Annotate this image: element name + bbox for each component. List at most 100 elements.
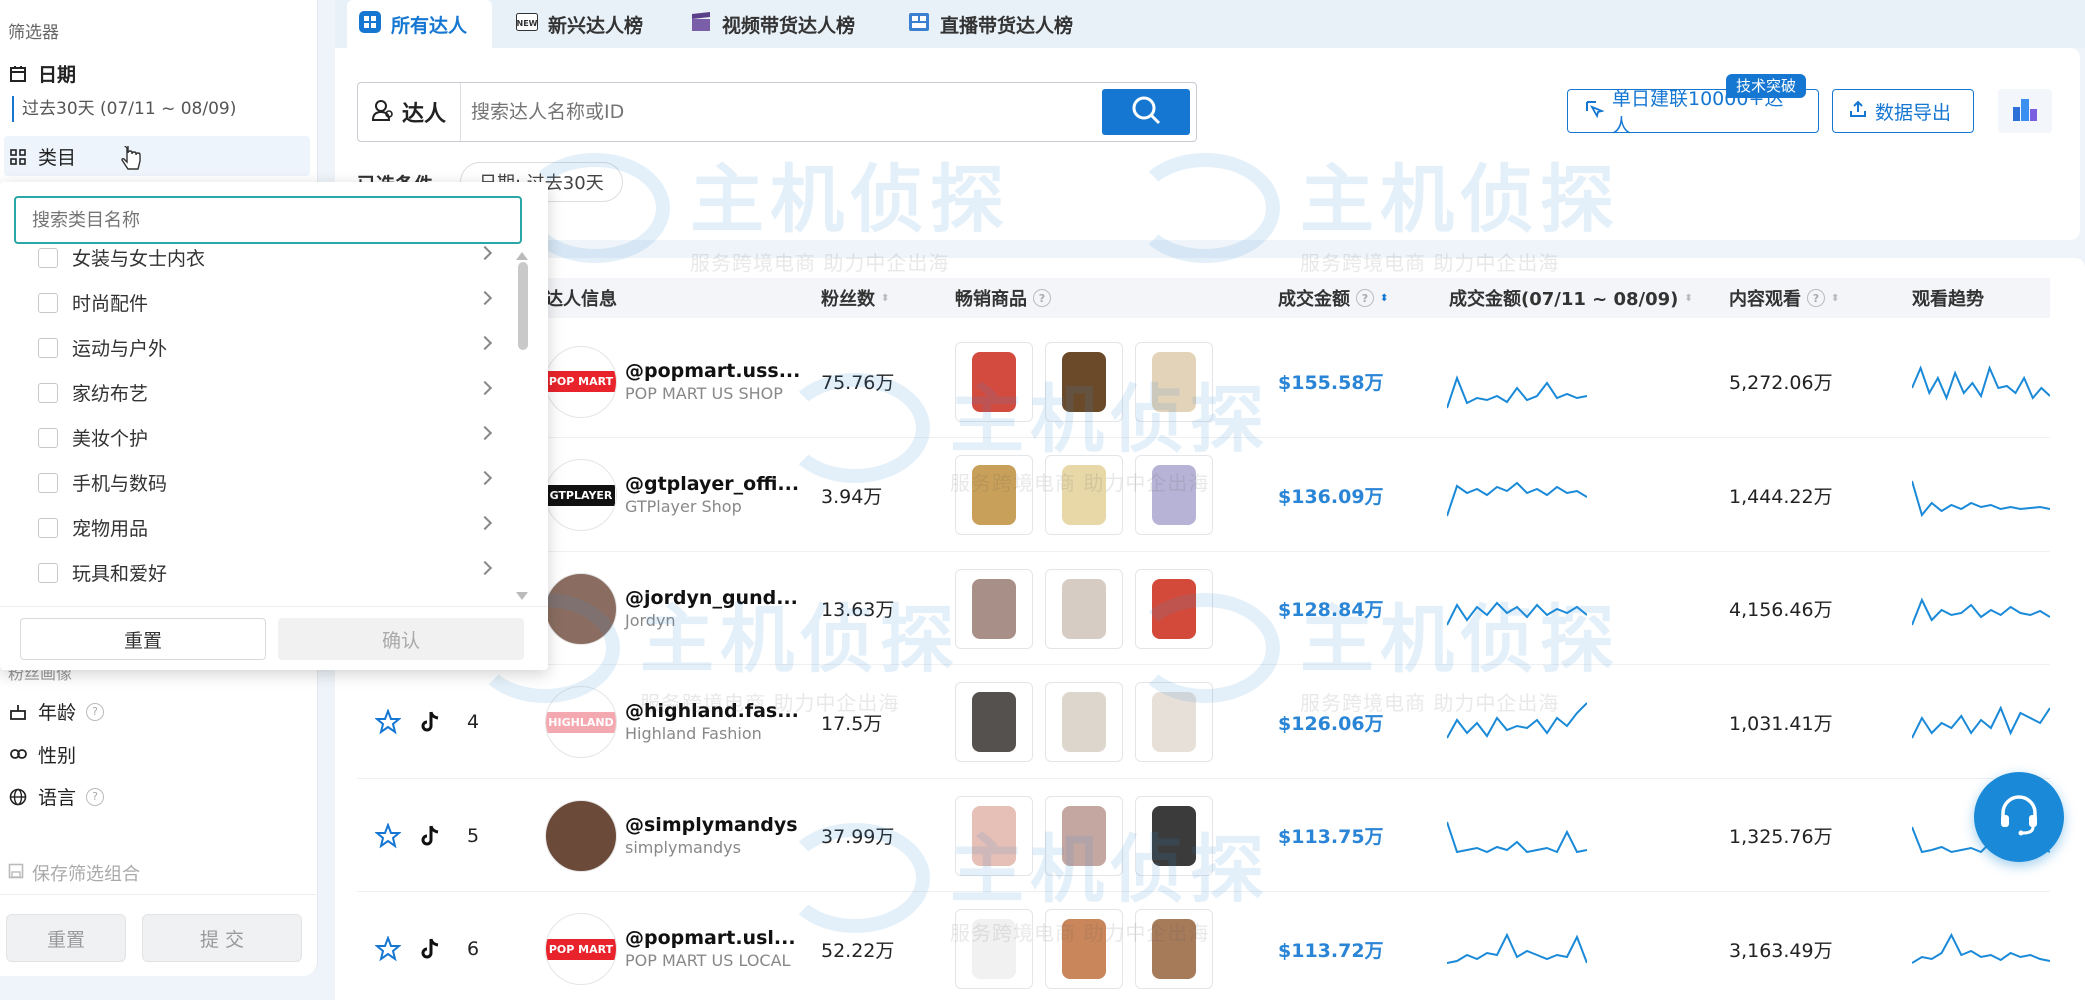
tab-video-creators[interactable]: 视频带货达人榜 — [690, 0, 855, 48]
category-checkbox[interactable] — [38, 427, 58, 448]
table-row[interactable]: 3@jordyn_gund...Jordyn13.63万$128.84万4,15… — [357, 552, 2050, 665]
help-icon[interactable]: ? — [86, 787, 105, 806]
creator-handle[interactable]: @popmart.uss... — [625, 359, 800, 383]
help-icon[interactable]: ? — [86, 702, 105, 721]
gender-filter[interactable]: 性别 — [8, 741, 76, 768]
favorite-star-icon[interactable] — [375, 666, 409, 779]
avatar[interactable]: HIGHLAND — [545, 686, 617, 758]
scroll-up-icon[interactable] — [516, 252, 528, 260]
search-type-selector[interactable]: 达人 — [358, 83, 462, 141]
category-checkbox[interactable] — [38, 292, 58, 313]
export-button[interactable]: 数据导出 — [1832, 89, 1974, 133]
col-header-gmv[interactable]: 成交金额? ⬍ — [1278, 285, 1388, 311]
product-thumbnail[interactable] — [955, 455, 1033, 535]
help-icon[interactable]: ? — [1807, 289, 1825, 307]
table-row[interactable]: 6 POP MART @popmart.usl... POP MART US LOCA… — [357, 893, 2050, 1000]
sidebar-submit-button[interactable]: 提 交 — [142, 914, 302, 962]
avatar[interactable]: GTPLAYER — [545, 459, 617, 531]
category-option[interactable]: 时尚配件 — [38, 280, 493, 325]
scroll-down-icon[interactable] — [516, 592, 528, 600]
product-thumbnail[interactable] — [955, 568, 1033, 649]
product-thumbnail[interactable] — [1135, 795, 1213, 876]
chevron-right-icon[interactable] — [477, 380, 493, 396]
product-thumbnail[interactable] — [1135, 341, 1213, 422]
category-checkbox[interactable] — [38, 562, 58, 583]
product-thumbnail[interactable] — [1045, 682, 1123, 762]
search-button[interactable] — [1102, 89, 1190, 135]
sidebar-reset-button[interactable]: 重置 — [6, 914, 126, 962]
creator-search-box[interactable]: 达人 — [357, 82, 1197, 142]
age-filter[interactable]: 年龄 ? — [8, 698, 105, 725]
category-option[interactable]: 家纺布艺 — [38, 370, 493, 415]
favorite-star-icon[interactable] — [375, 779, 409, 892]
product-thumbnail[interactable] — [955, 795, 1033, 876]
avatar-logo-text: POP MART — [546, 938, 616, 960]
product-thumbnail[interactable] — [1135, 455, 1213, 535]
creator-handle[interactable]: @gtplayer_offi... — [625, 472, 799, 496]
chevron-right-icon[interactable] — [477, 290, 493, 306]
category-option[interactable]: 女装与女士内衣 — [38, 235, 493, 280]
chevron-right-icon[interactable] — [477, 470, 493, 486]
avatar[interactable] — [545, 799, 617, 872]
category-option[interactable]: 玩具和爱好 — [38, 550, 493, 595]
product-thumbnail[interactable] — [1135, 909, 1213, 989]
save-filter-combo[interactable]: 保存筛选组合 — [8, 860, 140, 886]
col-header-views[interactable]: 内容观看? ⬍ — [1729, 285, 1839, 311]
avatar[interactable] — [545, 572, 617, 645]
product-thumbnail[interactable] — [1135, 682, 1213, 762]
category-checkbox[interactable] — [38, 472, 58, 493]
chevron-right-icon[interactable] — [477, 425, 493, 441]
product-thumbnail[interactable] — [1045, 455, 1123, 535]
category-option[interactable]: 手机与数码 — [38, 460, 493, 505]
tab-live-creators[interactable]: 直播带货达人榜 — [908, 0, 1073, 48]
search-icon — [1130, 94, 1162, 130]
date-filter-header[interactable]: 日期 — [8, 60, 76, 87]
favorite-star-icon[interactable] — [375, 893, 409, 1000]
product-thumbnail[interactable] — [1045, 568, 1123, 649]
category-filter-header[interactable]: 类目 — [8, 143, 76, 170]
creator-handle[interactable]: @simplymandys — [625, 813, 798, 837]
avatar[interactable]: POP MART — [545, 345, 617, 418]
search-input[interactable] — [461, 101, 1102, 123]
table-row[interactable]: 4 HIGHLAND @highland.fas... Highland Fashio… — [357, 666, 2050, 779]
chevron-right-icon[interactable] — [477, 515, 493, 531]
product-thumbnail[interactable] — [955, 909, 1033, 989]
language-filter[interactable]: 语言 ? — [8, 783, 105, 810]
category-option[interactable]: 运动与户外 — [38, 325, 493, 370]
category-option[interactable]: 美妆个护 — [38, 415, 493, 460]
product-thumbnail[interactable] — [1135, 568, 1213, 649]
chevron-right-icon[interactable] — [477, 245, 493, 261]
creator-handle[interactable]: @highland.fas... — [625, 699, 799, 723]
creator-handle[interactable]: @popmart.usl... — [625, 926, 796, 950]
product-thumbnail[interactable] — [955, 341, 1033, 422]
chevron-right-icon[interactable] — [477, 335, 493, 351]
creator-handle[interactable]: @jordyn_gund... — [625, 586, 798, 610]
help-icon[interactable]: ? — [1356, 289, 1374, 307]
category-checkbox[interactable] — [38, 517, 58, 538]
dropdown-confirm-button[interactable]: 确认 — [278, 618, 524, 660]
table-row[interactable]: 2GTPLAYER@gtplayer_offi...GTPlayer Shop3… — [357, 439, 2050, 552]
category-checkbox[interactable] — [38, 382, 58, 403]
table-row[interactable]: 5 @simplymandys simplymandys 37.99万 $113.75万… — [357, 779, 2050, 892]
avatar[interactable]: POP MART — [545, 913, 617, 985]
product-thumbnail[interactable] — [1045, 341, 1123, 422]
col-header-fans[interactable]: 粉丝数 ⬍ — [821, 285, 889, 311]
tiktok-icon — [419, 666, 449, 779]
chart-view-button[interactable] — [1998, 89, 2052, 133]
category-checkbox[interactable] — [38, 247, 58, 268]
dropdown-reset-button[interactable]: 重置 — [20, 618, 266, 660]
category-checkbox[interactable] — [38, 337, 58, 358]
category-option[interactable]: 宠物用品 — [38, 505, 493, 550]
product-thumbnail[interactable] — [955, 682, 1033, 762]
table-row[interactable]: 1POP MART@popmart.uss...POP MART US SHOP… — [357, 325, 2050, 438]
help-icon[interactable]: ? — [1033, 289, 1051, 307]
customer-service-button[interactable] — [1974, 772, 2064, 862]
dropdown-scrollbar-thumb[interactable] — [518, 262, 528, 350]
product-thumbnail[interactable] — [1045, 909, 1123, 989]
product-thumbnail[interactable] — [1045, 795, 1123, 876]
date-filter-value[interactable]: 过去30天 (07/11 ~ 08/09) — [12, 96, 236, 122]
tab-all-creators[interactable]: 所有达人 — [347, 0, 492, 48]
tab-new-creators[interactable]: NEW 新兴达人榜 — [516, 0, 643, 48]
col-header-gmv-trend[interactable]: 成交金额(07/11 ~ 08/09) ⬍ — [1449, 285, 1693, 311]
chevron-right-icon[interactable] — [477, 560, 493, 576]
